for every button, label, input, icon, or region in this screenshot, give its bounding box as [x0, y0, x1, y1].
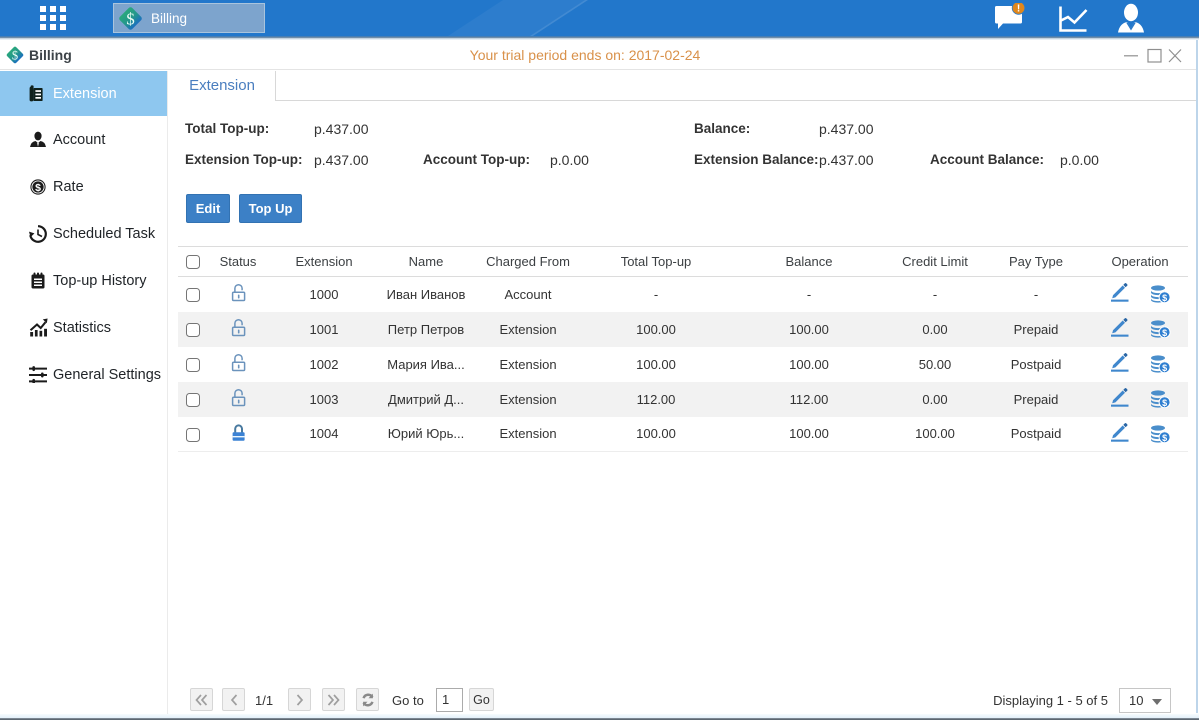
svg-text:$: $: [35, 182, 41, 194]
svg-text:$: $: [1162, 433, 1167, 443]
svg-text:!: !: [1017, 4, 1020, 15]
svg-text:$: $: [1162, 293, 1167, 303]
svg-text:$: $: [126, 9, 135, 28]
svg-text:$: $: [1162, 328, 1167, 338]
svg-text:$: $: [1162, 363, 1167, 373]
svg-text:$: $: [1162, 398, 1167, 408]
